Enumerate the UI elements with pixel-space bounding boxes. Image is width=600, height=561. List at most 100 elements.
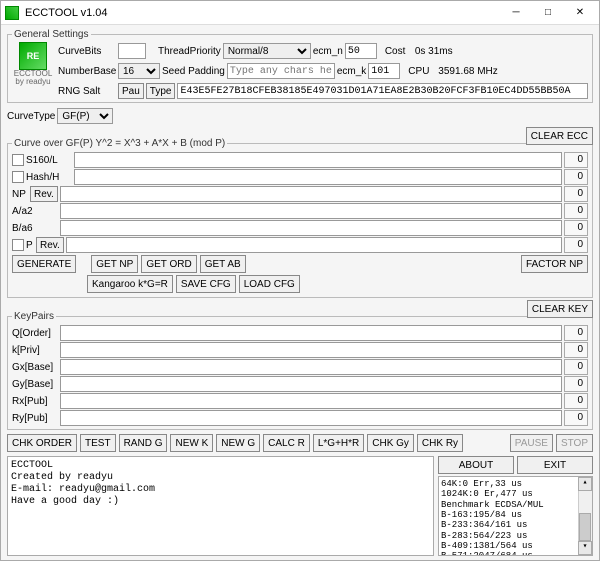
k-zero: 0 [564,342,588,358]
p-label: P [26,240,34,251]
rngsalt-label: RNG Salt [58,86,116,97]
keypairs-group: KeyPairs Q[Order]0 k[Priv]0 Gx[Base]0 Gy… [7,311,593,430]
newg-button[interactable]: NEW G [216,434,260,452]
randg-button[interactable]: RAND G [119,434,168,452]
rx-label: Rx[Pub] [12,396,58,407]
cpu-value: 3591.68 MHz [438,66,497,77]
ecctool-logo: RE [19,42,47,70]
getord-button[interactable]: GET ORD [141,255,196,273]
s160-checkbox[interactable] [12,154,24,166]
stop-button[interactable]: STOP [556,434,593,452]
hash-label: Hash/H [26,172,72,183]
author-label: by readyu [15,78,50,86]
s160-input[interactable] [74,152,562,168]
curvebits-label: CurveBits [58,46,116,57]
numberbase-label: NumberBase [58,66,116,77]
hash-input[interactable] [74,169,562,185]
log-scrollbar[interactable]: ▴ ▾ [578,477,592,555]
generate-button[interactable]: GENERATE [12,255,76,273]
general-legend: General Settings [12,29,91,40]
exit-button[interactable]: EXIT [517,456,593,474]
np-zero: 0 [564,186,588,202]
k-input[interactable] [60,342,562,358]
chkorder-button[interactable]: CHK ORDER [7,434,77,452]
q-label: Q[Order] [12,328,58,339]
hash-zero: 0 [564,169,588,185]
cost-label: Cost [385,46,413,57]
info-textbox: ECCTOOLCreated by readyuE-mail: readyu@g… [7,456,434,556]
loadcfg-button[interactable]: LOAD CFG [239,275,300,293]
ecm-n-label: ecm_n [313,46,343,57]
newk-button[interactable]: NEW K [170,434,213,452]
threadpriority-label: ThreadPriority [158,46,221,57]
q-input[interactable] [60,325,562,341]
clear-key-button[interactable]: CLEAR KEY [527,300,593,318]
scroll-thumb[interactable] [579,513,591,541]
ecm-k-input[interactable] [368,63,400,79]
np-rev-button[interactable]: Rev. [30,186,58,202]
a2-input[interactable] [60,203,562,219]
about-button[interactable]: ABOUT [438,456,514,474]
p-rev-button[interactable]: Rev. [36,237,64,253]
cpu-label: CPU [408,66,436,77]
app-icon [5,6,19,20]
ry-zero: 0 [564,410,588,426]
a2-label: A/a2 [12,206,58,217]
ry-input[interactable] [60,410,562,426]
k-label: k[Priv] [12,345,58,356]
ecm-k-label: ecm_k [337,66,366,77]
scroll-down-icon[interactable]: ▾ [578,541,592,555]
b6-input[interactable] [60,220,562,236]
chkgy-button[interactable]: CHK Gy [367,434,414,452]
ry-label: Ry[Pub] [12,413,58,424]
rngsalt-input[interactable] [177,83,588,99]
chkry-button[interactable]: CHK Ry [417,434,463,452]
clear-ecc-button[interactable]: CLEAR ECC [526,127,593,145]
cost-value: 0s 31ms [415,46,453,57]
s160-zero: 0 [564,152,588,168]
titlebar: ECCTOOL v1.04 ─ □ ✕ [1,1,599,25]
kangaroo-button[interactable]: Kangaroo k*G=R [87,275,173,293]
p-checkbox[interactable] [12,239,24,251]
pause-button[interactable]: PAUSE [510,434,553,452]
np-label: NP [12,189,28,200]
threadpriority-select[interactable]: Normal/8 [223,43,311,59]
factornp-button[interactable]: FACTOR NP [521,255,588,273]
lghr-button[interactable]: L*G+H*R [313,434,364,452]
curvetype-label: CurveType [7,111,55,122]
pau-button[interactable]: Pau [118,83,144,99]
ecm-n-input[interactable] [345,43,377,59]
seedpadding-label: Seed Padding [162,66,225,77]
rx-input[interactable] [60,393,562,409]
b6-label: B/a6 [12,223,58,234]
q-zero: 0 [564,325,588,341]
a2-zero: 0 [564,203,588,219]
close-button[interactable]: ✕ [565,4,595,22]
general-settings-group: General Settings RE ECCTOOL by readyu Cu… [7,29,593,103]
p-input[interactable] [66,237,562,253]
maximize-button[interactable]: □ [533,4,563,22]
gy-zero: 0 [564,376,588,392]
curvetype-select[interactable]: GF(P) [57,108,113,124]
gy-input[interactable] [60,376,562,392]
minimize-button[interactable]: ─ [501,4,531,22]
b6-zero: 0 [564,220,588,236]
test-button[interactable]: TEST [80,434,116,452]
hash-checkbox[interactable] [12,171,24,183]
scroll-up-icon[interactable]: ▴ [578,477,592,491]
curvebits-input[interactable] [118,43,146,59]
savecfg-button[interactable]: SAVE CFG [176,275,236,293]
p-zero: 0 [564,237,588,253]
gx-zero: 0 [564,359,588,375]
np-input[interactable] [60,186,562,202]
gx-input[interactable] [60,359,562,375]
seedpadding-input[interactable] [227,63,335,79]
app-window: ECCTOOL v1.04 ─ □ ✕ General Settings RE … [0,0,600,561]
calcr-button[interactable]: CALC R [263,434,310,452]
numberbase-select[interactable]: 16 [118,63,160,79]
log-textbox: 64K:0 Err,33 us1024K:0 Er,477 usBenchmar… [438,476,593,556]
type-button[interactable]: Type [146,83,176,99]
gy-label: Gy[Base] [12,379,58,390]
getab-button[interactable]: GET AB [200,255,246,273]
getnp-button[interactable]: GET NP [91,255,138,273]
